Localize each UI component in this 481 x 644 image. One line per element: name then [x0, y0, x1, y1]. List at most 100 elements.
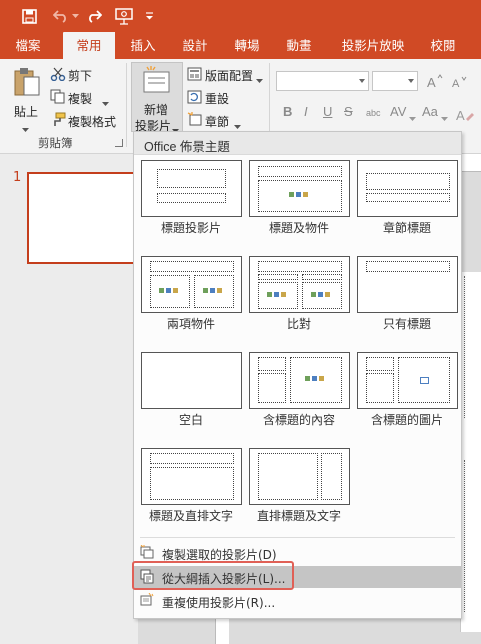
gallery-header-label: Office 佈景主題	[144, 140, 230, 154]
save-icon[interactable]	[20, 6, 38, 26]
character-spacing-button[interactable]: AV	[390, 104, 406, 119]
menu-item-label: 重複使用投影片(R)...	[162, 596, 276, 610]
layout-two-content[interactable]: 兩項物件	[137, 256, 242, 346]
bold-button[interactable]: B	[283, 104, 292, 119]
layout-dropdown-icon[interactable]	[256, 73, 263, 87]
tab-animations[interactable]: 動畫	[276, 32, 322, 59]
layout-picture-with-caption[interactable]: 含標題的圖片	[353, 352, 458, 442]
layout-button[interactable]: 版面配置	[205, 67, 253, 84]
title-placeholder	[258, 166, 342, 177]
reuse-slides-item[interactable]: 重複使用投影片(R)...	[134, 590, 461, 612]
layout-thumbnail	[141, 352, 242, 409]
title-placeholder	[157, 169, 226, 188]
svg-text:A: A	[452, 78, 460, 88]
layout-name: 標題及直排文字	[148, 509, 233, 523]
tab-review[interactable]: 校閱	[420, 32, 466, 59]
reset-button[interactable]: 重設	[205, 90, 229, 107]
layout-content-with-caption[interactable]: 含標題的內容	[245, 352, 350, 442]
layout-name: 標題及物件	[268, 221, 329, 235]
group-divider	[126, 63, 127, 147]
paste-icon[interactable]	[13, 67, 41, 100]
content-icons	[289, 192, 308, 197]
title-placeholder	[258, 357, 286, 371]
ribbon-tabs: 檔案 常用 插入 設計 轉場 動畫 投影片放映 校閱	[0, 32, 481, 59]
right-content-placeholder	[194, 275, 234, 308]
layout-thumbnail	[249, 160, 350, 217]
scissors-icon[interactable]	[50, 67, 66, 84]
font-size-combo[interactable]	[372, 71, 418, 91]
tab-slide-show[interactable]: 投影片放映	[333, 32, 413, 59]
layout-comparison[interactable]: 比對	[245, 256, 350, 346]
text-placeholder	[366, 373, 394, 403]
clipboard-launcher-icon[interactable]	[115, 139, 123, 147]
format-painter-button[interactable]: 複製格式	[68, 113, 116, 130]
layout-icon[interactable]	[187, 67, 202, 84]
slide-thumbnail[interactable]	[27, 172, 136, 264]
undo-icon[interactable]	[52, 6, 70, 26]
copy-button[interactable]: 複製	[68, 90, 92, 107]
layout-section-header[interactable]: 章節標題	[353, 160, 458, 250]
copy-dropdown-icon[interactable]	[102, 96, 109, 110]
layout-vertical-title-and-text[interactable]: 直排標題及文字	[245, 448, 350, 538]
right-content-placeholder	[302, 282, 342, 309]
grow-font-icon[interactable]: A	[427, 74, 443, 91]
redo-icon[interactable]	[85, 6, 103, 26]
layout-name: 標題投影片	[160, 221, 221, 235]
layout-title-slide[interactable]: 標題投影片	[137, 160, 242, 250]
copy-icon[interactable]	[50, 89, 65, 107]
new-slide-button[interactable]: 新增 投影片	[131, 62, 183, 133]
layout-thumbnail	[249, 352, 350, 409]
layout-title-and-content[interactable]: 標題及物件	[245, 160, 350, 250]
present-from-start-icon[interactable]	[113, 6, 135, 26]
change-case-dropdown-icon[interactable]	[441, 111, 448, 125]
layout-thumbnail	[249, 256, 350, 313]
clear-formatting-icon[interactable]: A	[456, 106, 474, 125]
change-case-button[interactable]: Aa	[422, 104, 438, 119]
tab-file[interactable]: 檔案	[4, 32, 52, 59]
tab-home[interactable]: 常用	[63, 32, 115, 59]
shadow-button[interactable]: abc	[366, 108, 381, 118]
content-icons	[305, 376, 324, 381]
section-icon[interactable]	[187, 112, 202, 129]
shrink-font-icon[interactable]: A	[452, 76, 468, 91]
svg-text:A: A	[456, 108, 465, 122]
left-content-placeholder	[258, 282, 298, 309]
tab-transitions[interactable]: 轉場	[224, 32, 270, 59]
tab-design[interactable]: 設計	[172, 32, 218, 59]
cut-button[interactable]: 剪下	[68, 67, 92, 84]
content-placeholder	[290, 357, 342, 403]
font-name-combo[interactable]	[276, 71, 369, 91]
layout-name: 空白	[178, 413, 203, 427]
undo-dropdown-icon[interactable]	[70, 6, 80, 26]
title-placeholder	[366, 357, 394, 371]
layout-name: 直排標題及文字	[256, 509, 341, 523]
gallery-header: Office 佈景主題	[134, 132, 461, 155]
character-spacing-dropdown-icon[interactable]	[409, 111, 416, 125]
customize-quick-access-icon[interactable]	[143, 6, 155, 26]
left-heading-placeholder	[258, 274, 298, 280]
format-painter-icon[interactable]	[50, 112, 66, 130]
layout-title-only[interactable]: 只有標題	[353, 256, 458, 346]
paste-button[interactable]: 貼上	[14, 103, 38, 120]
title-bar	[0, 0, 481, 32]
font-size-dropdown-icon[interactable]	[408, 79, 414, 83]
font-name-dropdown-icon[interactable]	[359, 79, 365, 83]
layout-name: 兩項物件	[166, 317, 215, 331]
layout-name: 含標題的圖片	[370, 413, 443, 427]
section-button[interactable]: 章節	[205, 113, 229, 130]
new-slide-icon	[142, 66, 172, 97]
left-content-placeholder	[150, 275, 190, 308]
italic-button[interactable]: I	[304, 104, 308, 119]
tab-insert[interactable]: 插入	[120, 32, 166, 59]
paste-dropdown-icon[interactable]	[22, 122, 29, 136]
layout-blank[interactable]: 空白	[137, 352, 242, 442]
layout-thumbnail	[357, 256, 458, 313]
text-placeholder	[258, 373, 286, 403]
reset-icon[interactable]	[187, 90, 202, 107]
underline-button[interactable]: U	[323, 104, 332, 119]
strikethrough-button[interactable]: S	[344, 104, 353, 119]
slide-canvas[interactable]	[460, 272, 481, 632]
layout-title-and-vertical-text[interactable]: 標題及直排文字	[137, 448, 242, 538]
content-icons	[267, 292, 286, 297]
subtitle-placeholder	[157, 193, 226, 203]
